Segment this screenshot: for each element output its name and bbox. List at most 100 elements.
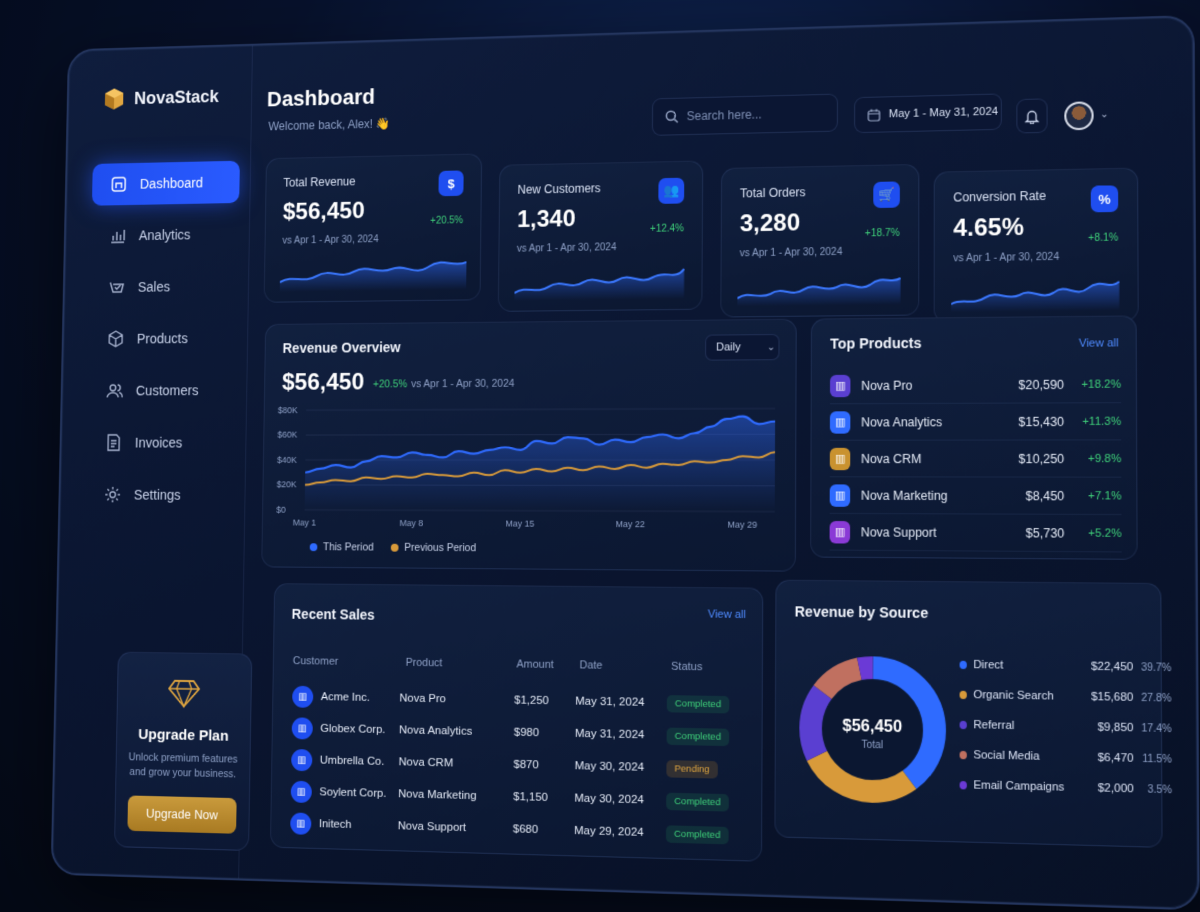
building-icon: ▥ xyxy=(829,520,851,544)
col-customer[interactable]: Customer xyxy=(293,655,339,668)
sidebar: NovaStack Dashboard Analytics Sales Product… xyxy=(52,45,253,879)
building-icon: ▥ xyxy=(829,410,851,434)
recent-sales-view-all-link[interactable]: View all xyxy=(708,608,746,621)
building-icon: ▥ xyxy=(291,717,313,740)
revenue-line-chart: $0 $20K $40K $60K $80K May 1 May 8 May 15 May 22… xyxy=(276,405,785,530)
status-badge: Completed xyxy=(666,727,730,746)
cell-date: May 31, 2024 xyxy=(574,727,645,742)
product-change: +9.8% xyxy=(1087,452,1122,465)
cell-customer: Acme Inc. xyxy=(320,691,370,704)
col-amount[interactable]: Amount xyxy=(516,658,553,671)
source-legend-item[interactable]: Email Campaigns $2,000 3.5% xyxy=(959,779,1173,796)
top-products-view-all-link[interactable]: View all xyxy=(1079,337,1119,350)
sidebar-item-dashboard[interactable]: Dashboard xyxy=(91,160,240,206)
source-amount: $22,450 xyxy=(1090,660,1134,674)
status-badge: Completed xyxy=(666,694,730,713)
cell-customer: Globex Corp. xyxy=(320,722,386,737)
sales-icon xyxy=(108,279,125,296)
sidebar-item-label: Sales xyxy=(137,278,171,295)
x-tick-label: May 15 xyxy=(505,518,534,528)
welcome-text: Welcome back, Alex! 👋 xyxy=(268,116,391,134)
source-legend-item[interactable]: Direct $22,450 39.7% xyxy=(959,658,1172,675)
source-amount: $15,680 xyxy=(1090,690,1134,705)
kpi-change: +18.7% xyxy=(864,227,900,240)
product-row[interactable]: ▥ Nova Pro $20,590 +18.2% xyxy=(829,366,1122,405)
notifications-button[interactable] xyxy=(1016,98,1048,134)
legend-dot xyxy=(959,690,967,700)
sidebar-item-settings[interactable]: Settings xyxy=(86,473,235,516)
cell-amount: $1,250 xyxy=(514,694,549,708)
sidebar-item-analytics[interactable]: Analytics xyxy=(91,213,239,258)
chart-legend: This Period Previous Period xyxy=(309,541,476,554)
kpi-compare: vs Apr 1 - Apr 30, 2024 xyxy=(282,234,379,247)
cell-date: May 29, 2024 xyxy=(574,824,644,839)
source-legend-item[interactable]: Referral $9,850 17.4% xyxy=(959,718,1172,736)
sidebar-item-sales[interactable]: Sales xyxy=(90,264,238,308)
product-revenue: $20,590 xyxy=(1018,377,1064,392)
kpi-card-conversion-rate[interactable]: Conversion Rate 4.65% +8.1% vs Apr 1 - Apr … xyxy=(933,167,1139,324)
revenue-overview-value: $56,450 xyxy=(281,368,365,396)
settings-icon xyxy=(104,486,121,503)
kpi-card-total-revenue[interactable]: Total Revenue $56,450 +20.5% vs Apr 1 - Apr… xyxy=(263,153,483,303)
logo[interactable]: NovaStack xyxy=(103,85,219,111)
x-tick-label: May 22 xyxy=(616,519,646,530)
sidebar-item-label: Products xyxy=(136,330,188,347)
col-date[interactable]: Date xyxy=(579,659,602,671)
revenue-by-source-card: Revenue by Source $56,450 Total Direct $22… xyxy=(774,579,1172,848)
dashboard-window: NovaStack Dashboard Analytics Sales Product… xyxy=(50,14,1200,911)
building-icon: ▥ xyxy=(292,685,314,708)
kpi-sparkline xyxy=(514,259,687,301)
sidebar-item-customers[interactable]: Customers xyxy=(88,369,237,412)
source-name: Email Campaigns xyxy=(973,779,1065,794)
date-range-label: May 1 - May 31, 2024 xyxy=(888,105,999,121)
sidebar-item-invoices[interactable]: Invoices xyxy=(87,421,236,464)
sidebar-item-products[interactable]: Products xyxy=(89,317,237,361)
diamond-icon xyxy=(168,679,200,709)
col-product[interactable]: Product xyxy=(406,657,443,669)
recent-sales-title: Recent Sales xyxy=(291,605,375,623)
product-revenue: $15,430 xyxy=(1018,414,1065,429)
source-name: Social Media xyxy=(973,749,1040,763)
product-row[interactable]: ▥ Nova Support $5,730 +5.2% xyxy=(829,513,1122,553)
period-dropdown[interactable]: Daily ⌄ xyxy=(705,333,780,361)
source-name: Direct xyxy=(973,658,1004,672)
legend-dot xyxy=(959,660,967,670)
top-products-list: ▥ Nova Pro $20,590 +18.2% ▥ Nova Analytics $15… xyxy=(812,316,1136,553)
product-row[interactable]: ▥ Nova Analytics $15,430 +11.3% xyxy=(829,403,1122,441)
search-input[interactable]: Search here... xyxy=(651,93,838,136)
kpi-compare: vs Apr 1 - Apr 30, 2024 xyxy=(739,246,843,260)
legend-this-period[interactable]: This Period xyxy=(309,541,374,553)
sidebar-item-label: Invoices xyxy=(134,434,183,451)
total-revenue-icon: $ xyxy=(438,170,464,197)
source-legend-item[interactable]: Social Media $6,470 11.5% xyxy=(959,749,1172,766)
source-legend-item[interactable]: Organic Search $15,680 27.8% xyxy=(959,689,1172,705)
kpi-card-new-customers[interactable]: New Customers 1,340 +12.4% vs Apr 1 - Apr 3… xyxy=(497,160,704,312)
col-status[interactable]: Status xyxy=(671,661,702,674)
avatar[interactable] xyxy=(1064,101,1094,131)
source-name: Referral xyxy=(973,718,1015,733)
cell-product: Nova Analytics xyxy=(398,724,473,738)
y-tick-label: $60K xyxy=(277,430,297,440)
search-icon xyxy=(665,110,679,124)
revenue-overview-card: Revenue Overview Daily ⌄ $56,450 +20.5% v… xyxy=(261,318,797,572)
upgrade-text: Unlock premium features and grow your bu… xyxy=(128,751,238,781)
x-tick-label: May 1 xyxy=(293,517,316,527)
revenue-by-source-title: Revenue by Source xyxy=(794,603,929,622)
sidebar-nav: Dashboard Analytics Sales Products Customers… xyxy=(85,160,240,526)
date-range-picker[interactable]: May 1 - May 31, 2024 xyxy=(854,93,1002,134)
kpi-sparkline xyxy=(951,269,1123,313)
product-row[interactable]: ▥ Nova Marketing $8,450 +7.1% xyxy=(829,477,1122,516)
upgrade-now-button[interactable]: Upgrade Now xyxy=(127,795,237,835)
product-row[interactable]: ▥ Nova CRM $10,250 +9.8% xyxy=(829,440,1122,478)
period-value: Daily xyxy=(716,341,741,354)
legend-previous-period[interactable]: Previous Period xyxy=(390,542,476,554)
source-amount: $9,850 xyxy=(1097,721,1134,735)
chevron-down-icon[interactable]: ⌄ xyxy=(1100,109,1109,120)
top-products-card: Top Products View all ▥ Nova Pro $20,590 +1… xyxy=(810,315,1138,560)
building-icon: ▥ xyxy=(290,780,312,804)
kpi-card-total-orders[interactable]: Total Orders 3,280 +18.7% vs Apr 1 - Apr 30… xyxy=(720,163,920,318)
status-badge: Pending xyxy=(666,759,718,779)
cell-product: Nova Pro xyxy=(399,692,446,706)
recent-sales-table: ▥ Acme Inc. Nova Pro $1,250 May 31, 2024 Comp… xyxy=(275,584,762,844)
conversion-rate-icon: % xyxy=(1090,185,1119,213)
